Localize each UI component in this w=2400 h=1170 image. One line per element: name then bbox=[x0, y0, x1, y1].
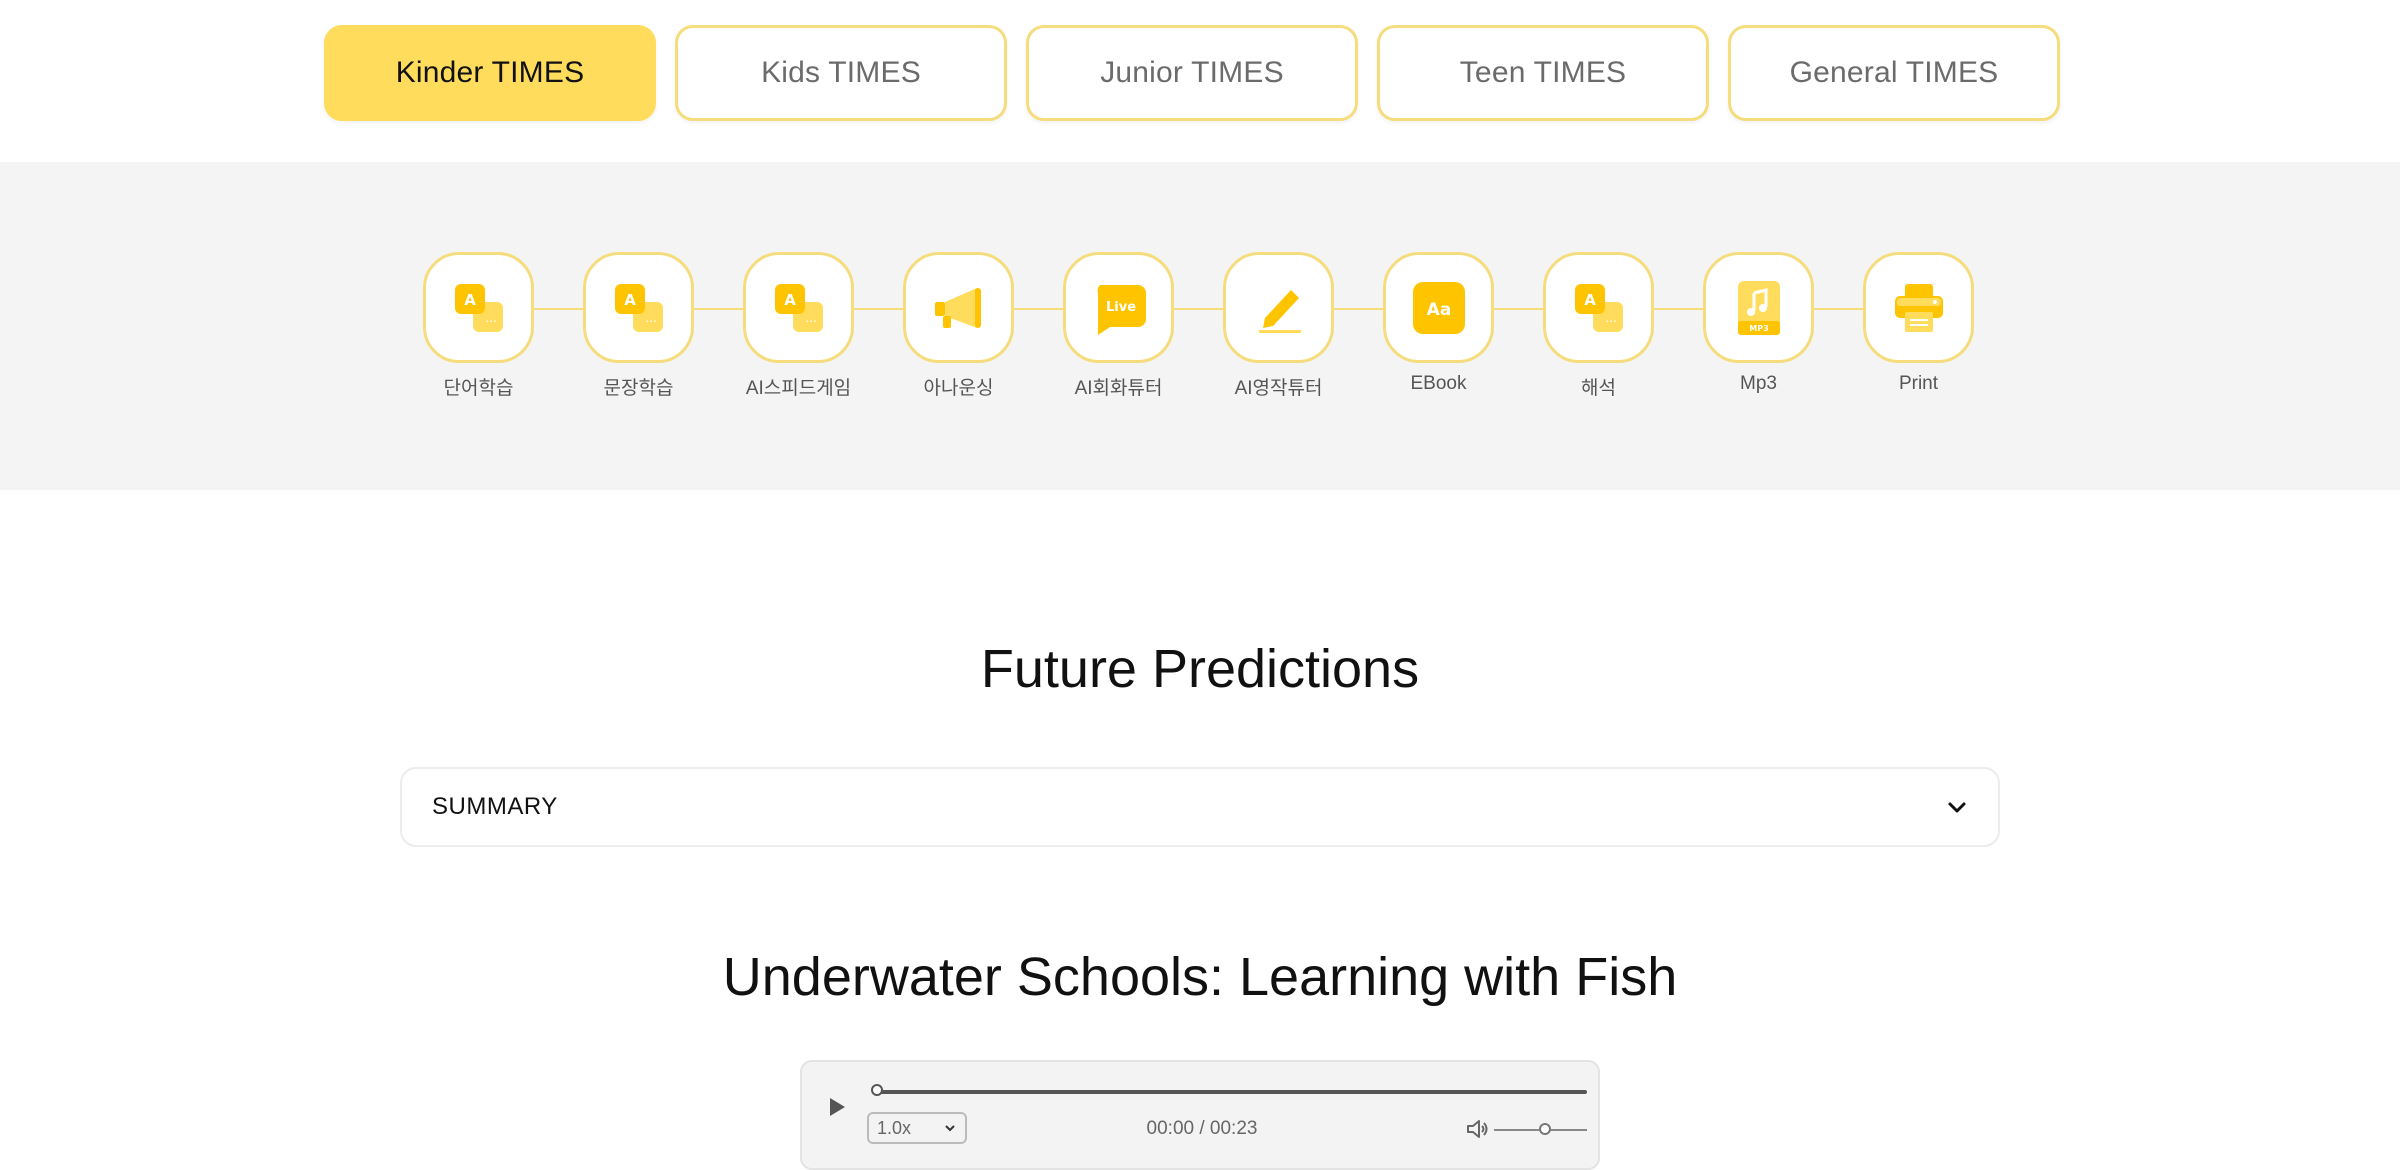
tool-ebook[interactable]: Aa EBook bbox=[1383, 252, 1494, 400]
tool-vocabulary[interactable]: … A 단어학습 bbox=[423, 252, 534, 400]
tool-announcing[interactable]: 아나운싱 bbox=[903, 252, 1014, 400]
tool-ai-conversation-tutor-label: AI회화튜터 bbox=[1074, 378, 1163, 399]
tool-vocabulary-button[interactable]: … A bbox=[423, 252, 534, 363]
tool-ai-conversation-tutor-button[interactable]: Live bbox=[1063, 252, 1174, 363]
tab-junior-times[interactable]: Junior TIMES bbox=[1026, 25, 1358, 121]
svg-text:A: A bbox=[464, 291, 476, 309]
chevron-down-icon bbox=[1948, 802, 1966, 813]
ebook-icon: Aa bbox=[1412, 281, 1465, 334]
playback-progress-bar[interactable] bbox=[871, 1084, 1587, 1096]
svg-text:…: … bbox=[645, 311, 657, 325]
svg-text:Live: Live bbox=[1105, 300, 1135, 315]
play-icon bbox=[830, 1098, 845, 1116]
tool-translation-label: 해석 bbox=[1581, 378, 1616, 399]
article-title: Future Predictions bbox=[980, 639, 1420, 699]
tool-ai-writing-tutor-label: AI영작튜터 bbox=[1234, 378, 1323, 399]
vocab-cards-icon: … A bbox=[454, 283, 503, 332]
tool-sentence[interactable]: … A 문장학습 bbox=[583, 252, 694, 400]
tool-print-label: Print bbox=[1898, 373, 1939, 394]
tool-ebook-button[interactable]: Aa bbox=[1383, 252, 1494, 363]
tab-kids-times[interactable]: Kids TIMES bbox=[675, 25, 1007, 121]
story-title: Underwater Schools: Learning with Fish bbox=[722, 947, 1678, 1007]
svg-text:A: A bbox=[624, 291, 636, 309]
audio-player: 1.0x 00:00 / 00:23 bbox=[800, 1060, 1600, 1170]
speed-game-cards-icon: … A bbox=[774, 283, 823, 332]
edition-tabs: Kinder TIMES Kids TIMES Junior TIMES Tee… bbox=[324, 25, 2060, 121]
tool-print[interactable]: Print bbox=[1863, 252, 1974, 400]
svg-text:…: … bbox=[1605, 311, 1617, 325]
tool-ai-speed-game-label: AI스피드게임 bbox=[745, 378, 852, 399]
summary-accordion[interactable]: SUMMARY bbox=[400, 767, 2000, 847]
tool-announcing-label: 아나운싱 bbox=[923, 378, 994, 399]
megaphone-icon bbox=[934, 287, 981, 328]
svg-text:…: … bbox=[485, 311, 497, 325]
tool-ai-speed-game[interactable]: … A AI스피드게임 bbox=[743, 252, 854, 400]
tool-print-button[interactable] bbox=[1863, 252, 1974, 363]
volume-slider[interactable] bbox=[1494, 1123, 1587, 1135]
tool-mp3[interactable]: MP3 Mp3 bbox=[1703, 252, 1814, 400]
progress-thumb[interactable] bbox=[871, 1084, 883, 1096]
tool-mp3-button[interactable]: MP3 bbox=[1703, 252, 1814, 363]
pencil-icon bbox=[1258, 289, 1301, 333]
speaker-icon bbox=[1467, 1120, 1488, 1138]
tab-kinder-times[interactable]: Kinder TIMES bbox=[324, 25, 656, 121]
learning-tools: … A 단어학습 … A 문장학습 … A AI스피드게임 아나운싱 Live … bbox=[423, 252, 1974, 400]
tool-mp3-label: Mp3 bbox=[1740, 373, 1777, 394]
tool-vocabulary-label: 단어학습 bbox=[443, 378, 514, 399]
svg-text:Aa: Aa bbox=[1426, 300, 1451, 320]
sentence-cards-icon: … A bbox=[614, 283, 663, 332]
tool-sentence-label: 문장학습 bbox=[603, 378, 674, 399]
volume-button[interactable] bbox=[1466, 1118, 1490, 1145]
tool-ai-writing-tutor[interactable]: AI영작튜터 bbox=[1223, 252, 1334, 400]
svg-text:A: A bbox=[784, 291, 796, 309]
tool-sentence-button[interactable]: … A bbox=[583, 252, 694, 363]
svg-text:…: … bbox=[805, 311, 817, 325]
svg-text:MP3: MP3 bbox=[1749, 324, 1768, 333]
live-chat-icon: Live bbox=[1097, 284, 1146, 335]
mp3-file-icon: MP3 bbox=[1737, 280, 1780, 335]
tool-ai-writing-tutor-button[interactable] bbox=[1223, 252, 1334, 363]
tab-general-times[interactable]: General TIMES bbox=[1728, 25, 2060, 121]
summary-label: SUMMARY bbox=[432, 793, 558, 820]
tool-ai-conversation-tutor[interactable]: Live AI회화튜터 bbox=[1063, 252, 1174, 400]
tool-translation[interactable]: … A 해석 bbox=[1543, 252, 1654, 400]
printer-icon bbox=[1894, 283, 1943, 332]
tool-announcing-button[interactable] bbox=[903, 252, 1014, 363]
tool-ai-speed-game-button[interactable]: … A bbox=[743, 252, 854, 363]
tool-translation-button[interactable]: … A bbox=[1543, 252, 1654, 363]
translation-cards-icon: … A bbox=[1574, 283, 1623, 332]
tool-ebook-label: EBook bbox=[1410, 373, 1467, 394]
tab-teen-times[interactable]: Teen TIMES bbox=[1377, 25, 1709, 121]
svg-text:A: A bbox=[1584, 291, 1596, 309]
